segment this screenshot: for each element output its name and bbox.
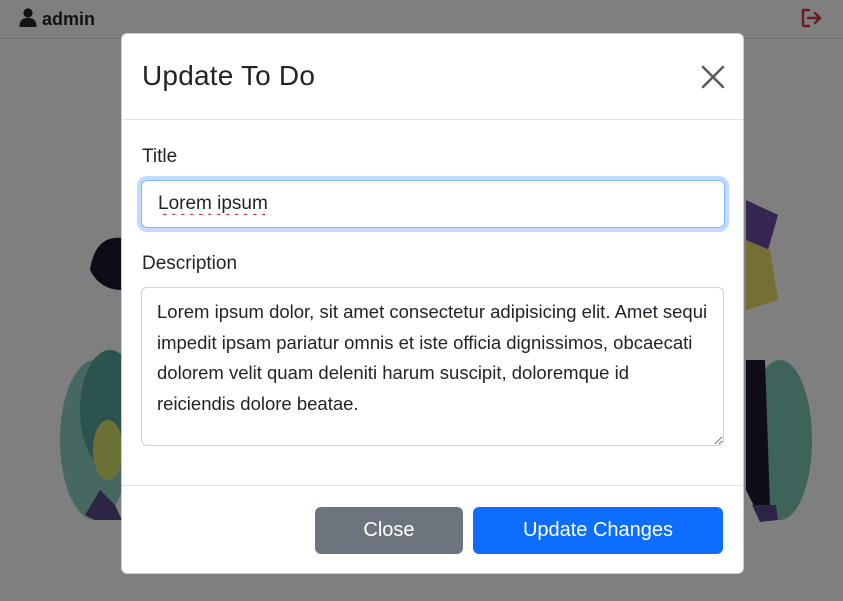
- title-input[interactable]: [141, 180, 725, 228]
- close-icon[interactable]: [700, 64, 726, 90]
- close-button[interactable]: Close: [315, 507, 463, 554]
- modal-header: Update To Do: [122, 34, 743, 120]
- modal-title: Update To Do: [142, 60, 316, 91]
- description-textarea[interactable]: Lorem ipsum dolor, sit amet consectetur …: [141, 287, 724, 446]
- update-changes-button[interactable]: Update Changes: [473, 507, 723, 554]
- update-todo-modal: Update To Do Title Description Lorem ips…: [121, 33, 744, 574]
- modal-footer: Close Update Changes: [122, 485, 743, 573]
- title-label: Title: [142, 146, 178, 167]
- description-label: Description: [142, 253, 238, 274]
